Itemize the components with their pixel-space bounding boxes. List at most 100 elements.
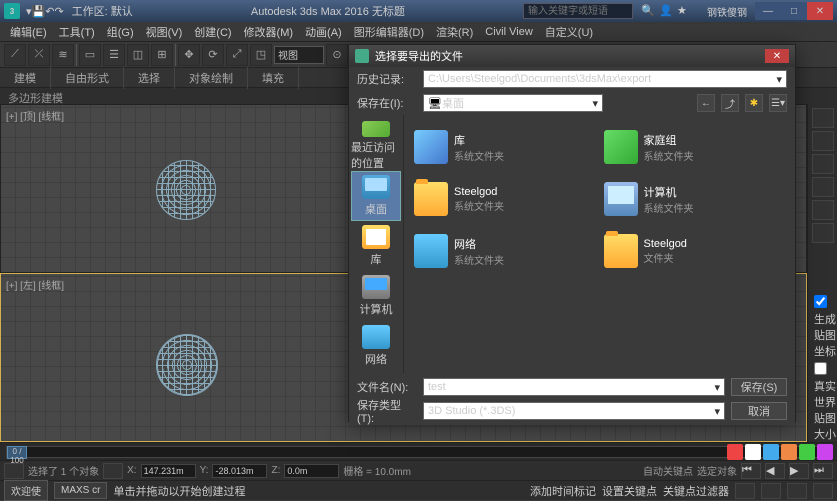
place-recent[interactable]: 最近访问的位置	[351, 121, 401, 171]
qa-redo-icon[interactable]: ↷	[54, 5, 63, 18]
file-item[interactable]: Steelgod系统文件夹	[412, 175, 598, 223]
tab-objectpaint[interactable]: 对象绘制	[175, 67, 248, 89]
back-icon[interactable]: ←	[697, 94, 715, 112]
selectregion-icon[interactable]: ◫	[127, 44, 149, 66]
dialog-close-button[interactable]: ✕	[765, 49, 789, 63]
timeline[interactable]: 0 / 100	[0, 442, 837, 460]
timetag-button[interactable]: 添加时间标记	[530, 483, 596, 499]
refcoord-icon[interactable]: ◳	[250, 44, 272, 66]
menu-civilview[interactable]: Civil View	[479, 24, 538, 40]
history-dropdown[interactable]: C:\Users\Steelgod\Documents\3dsMax\expor…	[423, 70, 787, 88]
select-icon[interactable]: ▭	[79, 44, 101, 66]
menu-create[interactable]: 创建(C)	[188, 22, 237, 42]
zoom-icon[interactable]	[735, 483, 755, 499]
utilities-panel-icon[interactable]	[812, 223, 834, 243]
rotate-icon[interactable]: ⟳	[202, 44, 224, 66]
time-slider-handle[interactable]: 0 / 100	[7, 446, 27, 459]
file-item[interactable]: 网络系统文件夹	[412, 227, 598, 275]
help-search-input[interactable]	[523, 3, 633, 19]
autokey-button[interactable]: 自动关键点	[643, 463, 693, 478]
newfolder-icon[interactable]: ✱	[745, 94, 763, 112]
filetype-dropdown[interactable]: 3D Studio (*.3DS)▾	[423, 402, 725, 420]
menu-modifiers[interactable]: 修改器(M)	[238, 22, 300, 42]
workspace-dropdown[interactable]: 工作区: 默认	[72, 3, 133, 19]
favorites-icon[interactable]: ★	[677, 4, 691, 18]
display-panel-icon[interactable]	[812, 200, 834, 220]
tab-modeling[interactable]: 建模	[0, 67, 51, 89]
x-input[interactable]	[141, 464, 196, 478]
minimize-button[interactable]: —	[755, 2, 781, 20]
z-input[interactable]	[284, 464, 339, 478]
hierarchy-panel-icon[interactable]	[812, 154, 834, 174]
filename-input[interactable]: test▾	[423, 378, 725, 396]
gen-tex-checkbox[interactable]: 生成贴图坐标	[814, 295, 837, 359]
play-icon[interactable]: ▶	[789, 463, 809, 479]
cancel-button[interactable]: 取消	[731, 402, 787, 420]
tray-icon[interactable]	[763, 444, 779, 460]
tray-icon[interactable]	[781, 444, 797, 460]
maximize-button[interactable]: □	[781, 2, 807, 20]
play-start-icon[interactable]: ⏮	[741, 463, 761, 479]
menu-rendering[interactable]: 渲染(R)	[430, 22, 479, 42]
infocenter-icon[interactable]: 🔍	[641, 4, 655, 18]
file-list[interactable]: 库系统文件夹 家庭组系统文件夹 Steelgod系统文件夹 计算机系统文件夹 网…	[404, 115, 795, 373]
selectlink-icon[interactable]: ⟋	[4, 44, 26, 66]
app-logo[interactable]: 3	[4, 3, 20, 19]
maxscript-tag[interactable]: MAXS cr	[54, 482, 107, 499]
savein-dropdown[interactable]: 🖥 桌面▾	[423, 94, 603, 112]
menu-customize[interactable]: 自定义(U)	[539, 22, 599, 42]
user-name[interactable]: 钢铁傻钢	[707, 4, 747, 19]
menu-view[interactable]: 视图(V)	[140, 22, 189, 42]
keyfilter-button[interactable]: 关键点过滤器	[663, 483, 729, 499]
up-icon[interactable]: ⤴	[721, 94, 739, 112]
tray-icon[interactable]	[817, 444, 833, 460]
setkey-button[interactable]: 设置关键点	[602, 483, 657, 499]
motion-panel-icon[interactable]	[812, 177, 834, 197]
pan-icon[interactable]	[761, 483, 781, 499]
orbit-icon[interactable]	[787, 483, 807, 499]
sphere-object-top[interactable]	[156, 160, 216, 220]
viewmenu-icon[interactable]: ☰▾	[769, 94, 787, 112]
place-computer[interactable]: 计算机	[351, 271, 401, 321]
isolate-icon[interactable]	[103, 463, 123, 479]
place-libraries[interactable]: 库	[351, 221, 401, 271]
file-item[interactable]: 计算机系统文件夹	[602, 175, 788, 223]
time-slider-track[interactable]: 0 / 100	[6, 446, 831, 458]
tab-selection[interactable]: 选择	[124, 67, 175, 89]
file-item[interactable]: Steelgod文件夹	[602, 227, 788, 275]
tab-freeform[interactable]: 自由形式	[51, 67, 124, 89]
real-tex-checkbox[interactable]: 真实世界贴图大小	[814, 362, 837, 442]
bind-icon[interactable]: ≋	[52, 44, 74, 66]
selectname-icon[interactable]: ☰	[103, 44, 125, 66]
menu-grapheditors[interactable]: 图形编辑器(D)	[348, 22, 430, 42]
lock-icon[interactable]	[4, 463, 24, 479]
play-next-icon[interactable]: ⏭	[813, 463, 833, 479]
place-network[interactable]: 网络	[351, 321, 401, 371]
sphere-object-left[interactable]	[156, 334, 218, 396]
create-panel-icon[interactable]	[812, 108, 834, 128]
menu-edit[interactable]: 编辑(E)	[4, 22, 53, 42]
pivot-icon[interactable]: ⊙	[326, 44, 348, 66]
qa-undo-icon[interactable]: ↶	[45, 5, 54, 18]
file-item[interactable]: 家庭组系统文件夹	[602, 123, 788, 171]
selobj-dropdown[interactable]: 选定对象	[697, 463, 737, 478]
unlink-icon[interactable]: ⤫	[28, 44, 50, 66]
tray-icon[interactable]	[727, 444, 743, 460]
viewport-top-label[interactable]: [+] [顶] [线框]	[6, 108, 64, 123]
scale-icon[interactable]: ⤢	[226, 44, 248, 66]
viewport-left-label[interactable]: [+] [左] [线框]	[6, 277, 64, 292]
qa-save-icon[interactable]: 💾	[32, 5, 46, 18]
signin-icon[interactable]: 👤	[659, 4, 673, 18]
move-icon[interactable]: ✥	[178, 44, 200, 66]
maxview-icon[interactable]	[813, 483, 833, 499]
menu-animation[interactable]: 动画(A)	[299, 22, 348, 42]
save-button[interactable]: 保存(S)	[731, 378, 787, 396]
coord-dropdown[interactable]: 视图	[274, 46, 324, 64]
window-cross-icon[interactable]: ⊞	[151, 44, 173, 66]
y-input[interactable]	[212, 464, 267, 478]
dialog-titlebar[interactable]: 选择要导出的文件 ✕	[349, 45, 795, 67]
tab-populate[interactable]: 填充	[248, 67, 299, 89]
modify-panel-icon[interactable]	[812, 131, 834, 151]
file-item[interactable]: 库系统文件夹	[412, 123, 598, 171]
menu-group[interactable]: 组(G)	[101, 22, 140, 42]
